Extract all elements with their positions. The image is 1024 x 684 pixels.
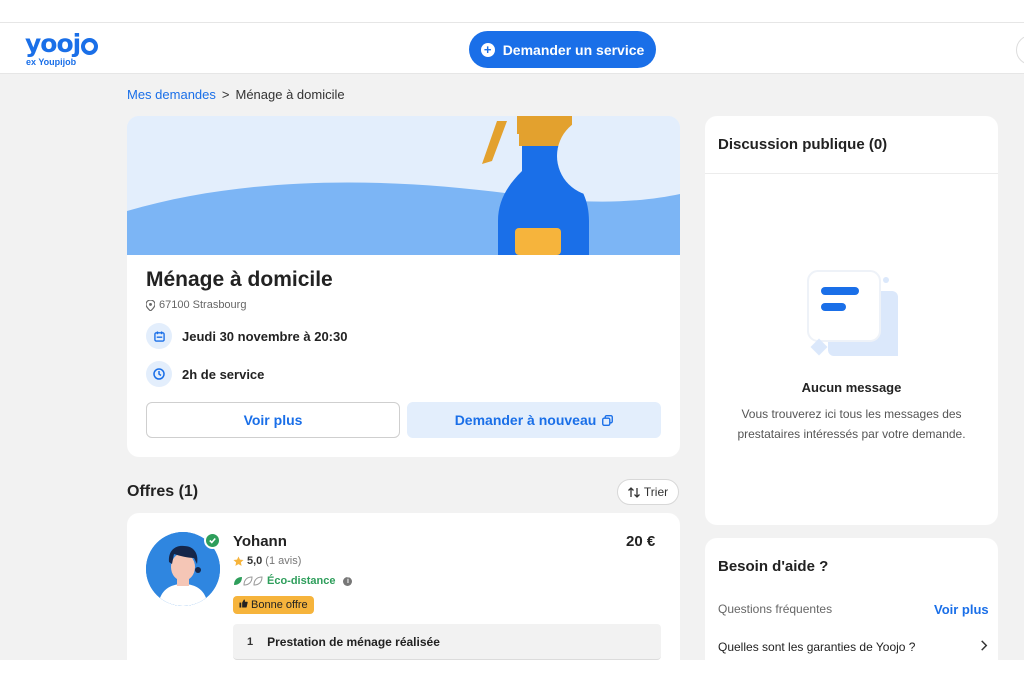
thumbs-up-icon xyxy=(239,599,248,611)
plus-circle-icon: + xyxy=(480,42,495,57)
service-title: Ménage à domicile xyxy=(146,268,333,291)
chevron-right-icon xyxy=(981,640,988,651)
bottom-edge xyxy=(0,660,1024,684)
offers-title: Offres (1) xyxy=(127,483,199,500)
breadcrumb-separator: > xyxy=(221,87,230,102)
provider-rating: 5,0 (1 avis) xyxy=(233,555,301,567)
top-navigation: yooj ex Youpijob + Demander un service xyxy=(0,22,1024,74)
verified-check-icon xyxy=(204,532,221,549)
logo-o-icon xyxy=(81,37,99,55)
location-pin-icon xyxy=(146,299,155,311)
breadcrumb: Mes demandes > Ménage à domicile xyxy=(127,87,345,102)
eco-label: Éco-distance xyxy=(267,575,336,587)
breadcrumb-current: Ménage à domicile xyxy=(235,87,345,102)
offer-card[interactable]: Yohann 20 € 5,0 (1 avis) Éco-distance i … xyxy=(127,513,680,673)
task-row: 1 Prestation de ménage réalisée xyxy=(233,624,661,660)
service-duration-row: 2h de service xyxy=(146,361,264,387)
main-content: Mes demandes > Ménage à domicile Ménage … xyxy=(0,74,1024,673)
sort-button[interactable]: Trier xyxy=(617,479,679,505)
leaf-rating-icon xyxy=(234,576,263,586)
breadcrumb-parent-link[interactable]: Mes demandes xyxy=(127,87,216,102)
review-count: (1 avis) xyxy=(265,555,302,567)
yoojo-logo[interactable]: yooj ex Youpijob xyxy=(25,29,99,67)
service-duration: 2h de service xyxy=(182,366,265,382)
spray-bottle-illustration xyxy=(127,116,680,255)
task-number: 1 xyxy=(247,635,254,648)
good-offer-badge: Bonne offre xyxy=(233,596,314,614)
request-again-label: Demander à nouveau xyxy=(454,412,597,428)
logo-subtitle: ex Youpijob xyxy=(26,57,77,67)
service-card: Ménage à domicile 67100 Strasbourg Jeudi… xyxy=(127,116,680,457)
public-discussion-card: Discussion publique (0) Aucun message Vo… xyxy=(705,116,998,525)
rating-value: 5,0 xyxy=(247,555,263,567)
faq-question: Quelles sont les garanties de Yoojo ? xyxy=(718,640,916,654)
no-message-description: Vous trouverez ici tous les messages des… xyxy=(737,407,966,441)
service-illustration xyxy=(127,116,680,255)
duplicate-icon xyxy=(602,414,614,426)
provider-name[interactable]: Yohann xyxy=(233,533,287,550)
request-service-label: Demander un service xyxy=(502,41,645,58)
see-more-button[interactable]: Voir plus xyxy=(146,402,400,438)
sort-label: Trier xyxy=(643,485,669,499)
location-text: 67100 Strasbourg xyxy=(159,299,247,311)
faq-item[interactable]: Quelles sont les garanties de Yoojo ? xyxy=(718,640,988,654)
no-message-title: Aucun message xyxy=(801,380,902,395)
help-card: Besoin d'aide ? Questions fréquentes Voi… xyxy=(705,538,998,660)
info-icon[interactable]: i xyxy=(343,576,353,586)
good-offer-label: Bonne offre xyxy=(251,599,308,611)
task-label: Prestation de ménage réalisée xyxy=(267,634,440,649)
service-date: Jeudi 30 novembre à 20:30 xyxy=(182,328,348,344)
user-avatar[interactable] xyxy=(1016,35,1024,65)
faq-see-more-link[interactable]: Voir plus xyxy=(934,602,989,617)
eco-distance: Éco-distance i xyxy=(233,575,353,587)
help-title: Besoin d'aide ? xyxy=(718,558,829,575)
service-date-row: Jeudi 30 novembre à 20:30 xyxy=(146,323,347,349)
star-icon xyxy=(233,555,244,566)
sort-icon xyxy=(627,486,640,498)
request-service-button[interactable]: + Demander un service xyxy=(469,31,656,68)
request-again-button[interactable]: Demander à nouveau xyxy=(407,402,661,438)
faq-label: Questions fréquentes xyxy=(718,602,833,616)
offer-price: 20 € xyxy=(626,533,656,550)
logo-text: yooj xyxy=(25,29,81,58)
service-location: 67100 Strasbourg xyxy=(146,299,246,311)
clock-icon xyxy=(146,361,172,387)
discussion-title: Discussion publique (0) xyxy=(718,136,888,153)
calendar-icon xyxy=(146,323,172,349)
discussion-divider xyxy=(705,173,998,174)
message-bubble-icon xyxy=(803,266,903,371)
